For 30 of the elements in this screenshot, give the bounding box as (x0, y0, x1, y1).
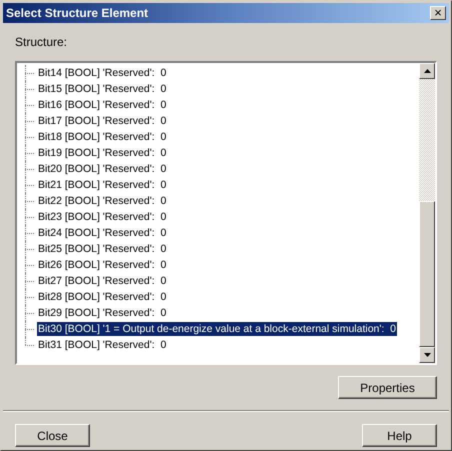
scroll-down-button[interactable] (419, 347, 435, 363)
tree-item[interactable]: Bit25 [BOOL] 'Reserved': 0 (37, 242, 168, 256)
tree-item[interactable]: Bit31 [BOOL] 'Reserved': 0 (37, 338, 168, 352)
scroll-thumb[interactable] (419, 201, 435, 347)
tree-item[interactable]: Bit15 [BOOL] 'Reserved': 0 (37, 82, 168, 96)
close-button[interactable]: × (430, 6, 446, 20)
help-button[interactable]: Help (362, 424, 437, 447)
tree-item[interactable]: Bit22 [BOOL] 'Reserved': 0 (37, 194, 168, 208)
tree-item[interactable]: Bit27 [BOOL] 'Reserved': 0 (37, 274, 168, 288)
scroll-up-button[interactable] (419, 63, 435, 79)
vertical-scrollbar[interactable] (419, 63, 435, 363)
tree-item[interactable]: Bit18 [BOOL] 'Reserved': 0 (37, 130, 168, 144)
tree-item[interactable]: Bit16 [BOOL] 'Reserved': 0 (37, 98, 168, 112)
tree-item[interactable]: Bit29 [BOOL] 'Reserved': 0 (37, 306, 168, 320)
tree-item[interactable]: Bit20 [BOOL] 'Reserved': 0 (37, 162, 168, 176)
tree-item[interactable]: Bit21 [BOOL] 'Reserved': 0 (37, 178, 168, 192)
tree-item[interactable]: Bit19 [BOOL] 'Reserved': 0 (37, 146, 168, 160)
tree-item[interactable]: Bit28 [BOOL] 'Reserved': 0 (37, 290, 168, 304)
up-arrow-icon (424, 69, 430, 73)
down-arrow-icon (424, 353, 430, 357)
tree-item[interactable]: Bit23 [BOOL] 'Reserved': 0 (37, 210, 168, 224)
tree-item[interactable]: Bit26 [BOOL] 'Reserved': 0 (37, 258, 168, 272)
tree-item[interactable]: Bit14 [BOOL] 'Reserved': 0 (37, 66, 168, 80)
properties-button[interactable]: Properties (338, 376, 437, 399)
window-title: Select Structure Element (6, 5, 148, 22)
structure-label: Structure: (15, 35, 68, 49)
tree-item[interactable]: Bit17 [BOOL] 'Reserved': 0 (37, 114, 168, 128)
close-dialog-button[interactable]: Close (15, 424, 90, 447)
tree-item[interactable]: Bit24 [BOOL] 'Reserved': 0 (37, 226, 168, 240)
tree-item[interactable]: Bit30 [BOOL] '1 = Output de-energize value at a block-external simulation': 0 (37, 322, 397, 336)
